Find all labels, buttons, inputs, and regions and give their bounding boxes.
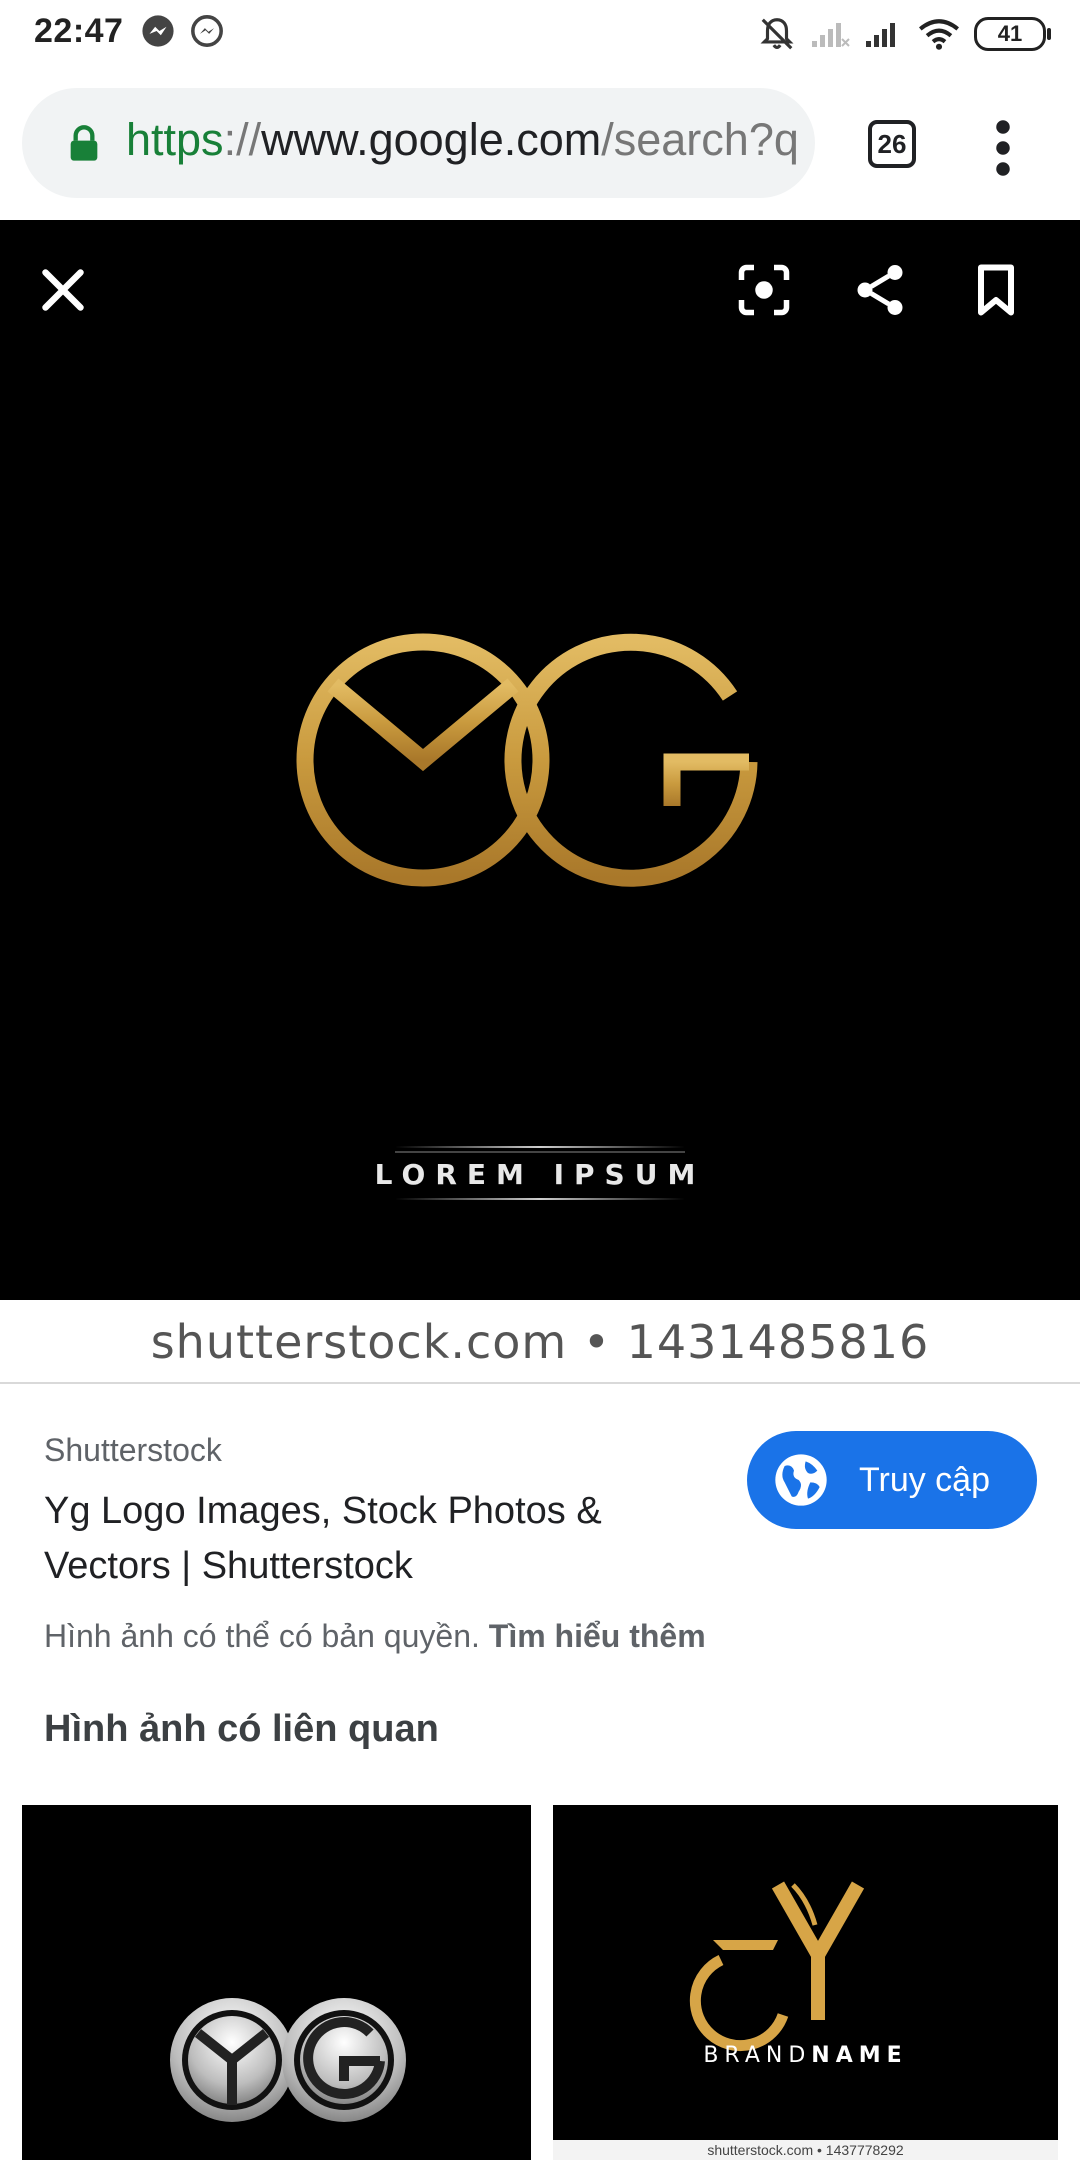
yg-silver-logo-image bbox=[170, 1998, 406, 2122]
result-source: Shutterstock bbox=[44, 1432, 222, 1468]
tab-switcher-button[interactable]: 26 bbox=[868, 120, 916, 168]
brand-bold: NAME bbox=[811, 2043, 908, 2068]
related-images-heading: Hình ảnh có liên quan bbox=[44, 1708, 439, 1750]
messenger-icon bbox=[191, 15, 223, 47]
globe-icon bbox=[775, 1454, 827, 1506]
address-bar[interactable]: https://www.google.com/search?q bbox=[22, 88, 815, 198]
url-scheme: https bbox=[126, 114, 224, 165]
messenger-icon bbox=[142, 15, 174, 47]
status-time: 22:47 bbox=[34, 12, 124, 50]
more-options-icon[interactable] bbox=[985, 118, 1021, 178]
url-text: https://www.google.com/search?q bbox=[126, 114, 799, 166]
copyright-notice: Hình ảnh có thể có bản quyền. Tìm hiểu t… bbox=[44, 1618, 706, 1655]
battery-indicator: 41 bbox=[974, 17, 1051, 51]
visit-button-label: Truy cập bbox=[859, 1460, 991, 1499]
yg-logo-image bbox=[296, 633, 758, 1153]
url-path: /search?q bbox=[601, 114, 799, 165]
learn-more-link[interactable]: Tìm hiểu thêm bbox=[489, 1618, 706, 1654]
mute-icon bbox=[760, 18, 794, 50]
visit-button[interactable]: Truy cập bbox=[747, 1431, 1037, 1529]
url-separator: :// bbox=[223, 114, 262, 165]
url-host: www.google.com bbox=[261, 114, 602, 165]
related-image-thumbnail[interactable] bbox=[22, 1805, 531, 2160]
brand-light: BRAND bbox=[703, 2043, 812, 2068]
cy-gold-logo-image bbox=[689, 1881, 865, 2052]
image-viewer: LOREM IPSUM bbox=[0, 220, 1080, 1300]
caption-divider-top bbox=[395, 1146, 685, 1148]
brand-name-text: BRANDNAME bbox=[553, 2043, 1058, 2068]
lock-icon bbox=[70, 125, 98, 161]
status-bar: 22:47 41 bbox=[0, 0, 1080, 66]
thumbnail-watermark: shutterstock.com • 1437778292 bbox=[553, 2140, 1058, 2160]
signal-weak-icon bbox=[812, 23, 850, 47]
browser-toolbar: https://www.google.com/search?q 26 bbox=[0, 66, 1080, 220]
copyright-text: Hình ảnh có thể có bản quyền. bbox=[44, 1618, 480, 1654]
caption-divider-bottom bbox=[395, 1198, 685, 1200]
image-watermark: shutterstock.com • 1431485816 bbox=[0, 1300, 1080, 1384]
signal-icon bbox=[866, 23, 895, 47]
result-title[interactable]: Yg Logo Images, Stock Photos & Vectors |… bbox=[44, 1484, 664, 1594]
wifi-icon bbox=[919, 19, 959, 50]
related-image-thumbnail[interactable]: BRANDNAME shutterstock.com • 1437778292 bbox=[553, 1805, 1058, 2160]
image-caption: LOREM IPSUM bbox=[374, 1158, 706, 1191]
